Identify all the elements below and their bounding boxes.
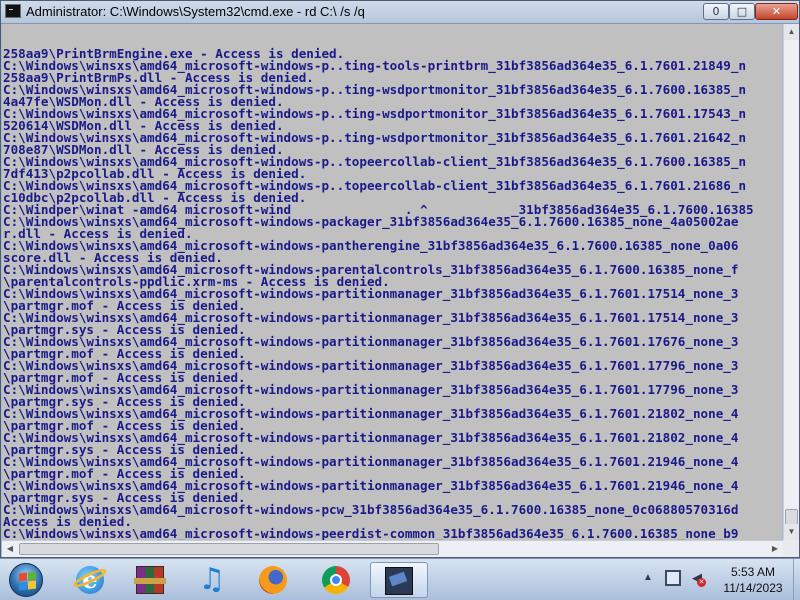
show-desktop-button[interactable] [793,559,800,600]
clock[interactable]: 5:53 AM 11/14/2023 [712,564,794,596]
network-icon[interactable] [665,570,681,586]
vertical-scroll-thumb[interactable] [785,509,798,525]
taskbar-winrar[interactable] [123,562,177,598]
horizontal-scrollbar[interactable]: ◀ ▶ [2,540,783,557]
horizontal-scroll-thumb[interactable] [19,543,439,555]
cmd-icon [385,567,413,595]
clock-time: 5:53 AM [730,565,776,579]
winrar-icon [134,566,166,594]
size-grip[interactable] [783,540,799,557]
show-hidden-icons-chevron-icon[interactable]: ▲ [641,571,655,585]
scroll-left-button[interactable]: ◀ [2,541,18,557]
console-lines: 258aa9\PrintBrmEngine.exe - Access is de… [2,47,782,540]
taskbar-chrome[interactable] [309,562,363,598]
scroll-right-button[interactable]: ▶ [767,541,783,557]
chrome-icon [322,566,350,594]
scroll-down-button[interactable]: ▼ [784,524,799,540]
taskbar-internet-explorer[interactable]: e [63,562,117,598]
close-button[interactable]: ✕ [755,3,798,20]
clock-date: 11/14/2023 [723,581,783,595]
taskbar-command-prompt[interactable] [370,562,428,598]
cmd-window: Administrator: C:\Windows\System32\cmd.e… [0,0,800,558]
taskbar: e ♫ ▲ ◀ ✕ 5:53 AM 11/14/2023 [0,558,800,600]
taskbar-media-player[interactable]: ♫ [185,562,239,598]
mute-badge-icon: ✕ [697,578,706,587]
firefox-icon [259,566,287,594]
cmd-window-icon[interactable] [5,4,21,18]
windows-logo-icon [9,563,43,597]
vertical-scrollbar[interactable]: ▲ ▼ [783,24,799,540]
start-button[interactable] [6,561,46,599]
minimize-button[interactable]: 0 [703,3,729,20]
window-title: Administrator: C:\Windows\System32\cmd.e… [26,4,365,19]
taskbar-firefox[interactable] [246,562,300,598]
title-bar[interactable]: Administrator: C:\Windows\System32\cmd.e… [1,1,799,24]
maximize-button[interactable]: □ [729,3,755,20]
console-output[interactable]: 258aa9\PrintBrmEngine.exe - Access is de… [2,24,782,540]
music-note-icon: ♫ [198,562,226,597]
scroll-up-button[interactable]: ▲ [784,24,799,40]
